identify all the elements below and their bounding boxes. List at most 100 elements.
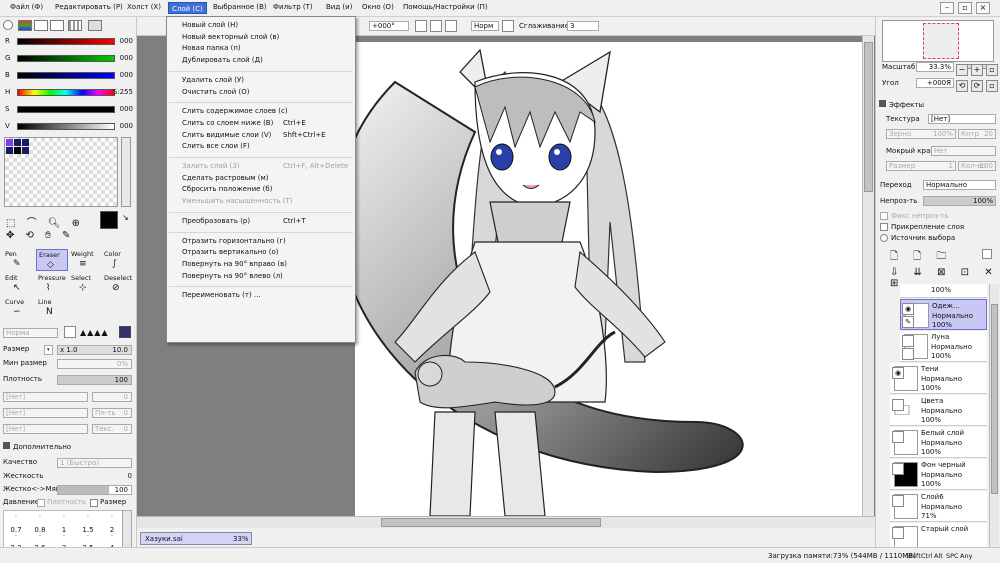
texture1-value[interactable]: 0 <box>92 392 132 402</box>
rotate-right-icon[interactable] <box>430 20 442 32</box>
swap-colors-icon[interactable]: ↘ <box>122 213 129 222</box>
menu-item-4[interactable]: Выбранное (В) <box>213 3 267 11</box>
brush-size-grid[interactable]: 0.7·0.8·1·1.5·2·2.3·2.6·3·3.5·4· <box>3 510 128 552</box>
contrast-field[interactable]: Кнтр 20 <box>958 129 996 139</box>
brush-shape-square-icon[interactable] <box>64 326 76 338</box>
canvas-paper[interactable] <box>337 42 865 517</box>
layer-menu-item[interactable]: Слить все слои (F) <box>182 142 250 150</box>
layer-menu-item[interactable]: Дублировать слой (Д) <box>182 56 263 64</box>
navigator-viewport[interactable] <box>923 23 959 59</box>
blend-mode-select[interactable]: Норма <box>3 328 58 338</box>
layer-row[interactable]: Фон черный Нормально 100% <box>890 459 987 490</box>
rgb-slider-icon[interactable] <box>18 20 32 31</box>
menu-item-5[interactable]: Фильтр (T) <box>273 3 313 11</box>
size-grid-scrollbar[interactable] <box>122 510 132 550</box>
selection-source-checkbox[interactable] <box>880 234 888 242</box>
layer-visibility-icon[interactable]: ◉ <box>892 367 904 379</box>
layer-visibility-icon[interactable]: ◉ <box>902 303 914 315</box>
layer-menu-item[interactable]: Переименовать (т) ... <box>182 291 261 299</box>
layer-menu-item[interactable]: Слить видимые слои (V) <box>182 131 271 139</box>
rotate-ccw-icon[interactable]: ⟲ <box>956 80 968 92</box>
pressure-density-checkbox[interactable] <box>37 499 45 507</box>
layer-row[interactable]: 100% <box>900 284 987 298</box>
green-slider[interactable]: G 000 <box>3 54 135 64</box>
clip-layer-checkbox[interactable] <box>880 223 888 231</box>
tool-select[interactable]: Select ⊹ <box>69 273 101 295</box>
foreground-color[interactable] <box>100 211 118 229</box>
tool-deselect[interactable]: Deselect ⊘ <box>102 273 134 295</box>
reset-rotation-icon[interactable] <box>445 20 457 32</box>
brush-shape-selected-icon[interactable] <box>119 326 131 338</box>
zoom-out-icon[interactable]: − <box>956 64 968 76</box>
menu-item-1[interactable]: Редактировать (Р) <box>55 3 123 11</box>
layer-blend-select[interactable]: Нормально <box>923 180 996 190</box>
menu-item-7[interactable]: Окно (О) <box>362 3 394 11</box>
texture3-select[interactable]: [Нет] <box>3 424 88 434</box>
maximize-icon[interactable]: ▫ <box>958 2 972 14</box>
layer-visibility-icon[interactable] <box>902 335 914 347</box>
brush-shape-icons[interactable]: ▲▲▲▲ <box>80 328 109 337</box>
selection-tools-row2[interactable]: ✥ ⟲ ✋︎ ✎ <box>6 230 74 241</box>
layer-menu-item[interactable]: Новый слой (Н) <box>182 21 238 29</box>
zoom-in-icon[interactable]: + <box>971 64 983 76</box>
layer-menu-item[interactable]: Отразить вертикально (о) <box>182 248 278 256</box>
layer-menu-item[interactable]: Удалить слой (У) <box>182 76 244 84</box>
layer-visibility-icon[interactable] <box>892 431 904 443</box>
layer-actions-row1[interactable]: 🗋︎ 🗋︎ 🗀︎ <box>890 249 952 266</box>
layer-row[interactable]: Слой6 Нормально 71% <box>890 491 987 522</box>
menu-item-0[interactable]: Файл (Ф) <box>10 3 43 11</box>
canvas-hscroll-thumb[interactable] <box>381 518 601 527</box>
layer-menu-item[interactable]: Сделать растровым (м) <box>182 174 269 182</box>
menu-item-2[interactable]: Холст (Х) <box>127 3 161 11</box>
stabilizer-mode-field[interactable]: Норм <box>471 21 499 31</box>
texture3-value[interactable]: Текс. 0 <box>92 424 132 434</box>
layer-scrollbar[interactable] <box>989 284 999 547</box>
swatch-palette[interactable] <box>4 137 118 207</box>
zoom-field[interactable]: 33.3% <box>916 62 954 72</box>
layer-menu-item[interactable]: Слить со слоем ниже (В) <box>182 119 273 127</box>
hsv-slider-icon[interactable] <box>34 20 48 31</box>
layer-row[interactable]: 🗀︎ЦветаНормально100% <box>890 395 987 426</box>
texture2-value[interactable]: Пл-ть 0 <box>92 408 132 418</box>
layer-menu-item[interactable]: Сбросить положение (б) <box>182 185 272 193</box>
saturation-slider[interactable]: S 000 <box>3 105 135 115</box>
tool-eraser[interactable]: Eraser ◇ <box>36 249 68 271</box>
layer-scroll-thumb[interactable] <box>991 304 998 494</box>
texture2-select[interactable]: [Нет] <box>3 408 88 418</box>
close-icon[interactable]: × <box>976 2 990 14</box>
layer-opacity-slider[interactable]: 100% <box>923 196 996 206</box>
layer-menu-item[interactable]: Отразить горизонтально (г) <box>182 237 286 245</box>
palette-grid-icon[interactable] <box>68 20 82 31</box>
red-slider[interactable]: R 000 <box>3 37 135 47</box>
tool-edit[interactable]: Edit ↖ <box>3 273 35 295</box>
size-dropdown[interactable]: ▾ <box>44 345 53 355</box>
tool-pressure[interactable]: Pressure ⌇ <box>36 273 68 295</box>
layer-menu-item[interactable]: Очистить слой (О) <box>182 88 249 96</box>
tool-pen[interactable]: Pen ✎ <box>3 249 35 271</box>
texture-select[interactable]: [Нет] <box>928 114 996 124</box>
layer-menu-item[interactable]: Повернуть на 90° влево (л) <box>182 272 283 280</box>
minimize-icon[interactable]: – <box>940 2 954 14</box>
canvas-hscrollbar[interactable] <box>137 516 875 528</box>
effects-header[interactable]: Эффекты <box>879 100 1000 111</box>
selection-tools-row1[interactable]: ⬚ ⌒ 🔍︎ ⊕ <box>6 214 84 229</box>
tool-line[interactable]: Line N <box>36 297 68 319</box>
density-slider[interactable]: 100 <box>57 375 132 385</box>
canvas-vscroll-thumb[interactable] <box>864 42 873 192</box>
layer-visibility-icon[interactable] <box>892 399 904 411</box>
pressure-size-checkbox[interactable] <box>90 499 98 507</box>
navigator-preview[interactable] <box>882 20 994 62</box>
brush-lock-icon[interactable]: ✎ <box>902 316 914 328</box>
layer-lock-icon[interactable] <box>902 348 914 360</box>
rotate-left-icon[interactable] <box>415 20 427 32</box>
layer-visibility-icon[interactable] <box>892 463 904 475</box>
tool-weight[interactable]: Weight ≡ <box>69 249 101 271</box>
min-size-slider[interactable]: 0% <box>57 359 132 369</box>
layer-menu-item[interactable]: Слить содержимое слоев (с) <box>182 107 288 115</box>
wet-edge-select[interactable]: Нет <box>931 146 996 156</box>
rotation-field[interactable]: +000° <box>369 21 409 31</box>
size-slider[interactable]: x 1.0 10.0 <box>57 345 132 355</box>
layer-visibility-icon[interactable] <box>892 527 904 539</box>
grain-slider[interactable]: Зерно 100% <box>886 129 956 139</box>
value-slider[interactable]: V 000 <box>3 122 135 132</box>
